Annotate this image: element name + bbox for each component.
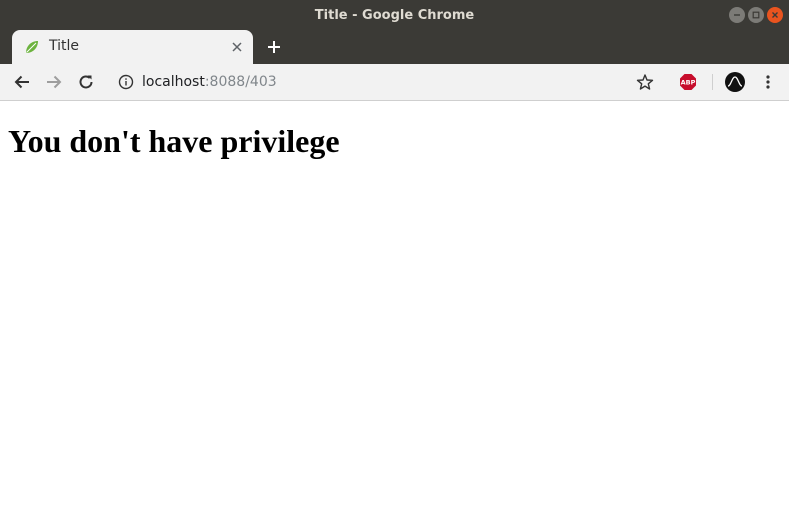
back-button[interactable] [12,72,32,92]
tab-strip: Title [0,30,789,64]
reload-button[interactable] [76,72,96,92]
plus-icon [268,41,280,53]
info-icon[interactable] [118,74,134,90]
minimize-icon [734,14,740,16]
forward-button[interactable] [44,72,64,92]
address-bar[interactable]: localhost:8088/403 [108,68,664,97]
browser-toolbar: localhost:8088/403 [0,64,789,101]
spring-leaf-icon [26,41,38,53]
reload-icon [79,75,93,89]
url-path: :8088/403 [204,74,277,90]
window-titlebar[interactable]: Title - Google Chrome [0,0,789,30]
close-window-button[interactable] [767,7,783,23]
window-controls [729,7,783,23]
kebab-menu-icon[interactable] [761,74,775,90]
close-tab-icon [232,42,242,52]
page-heading: You don't have privilege [8,123,340,159]
abp-label: ABP [681,79,696,87]
bookmark-star-icon[interactable] [636,73,654,91]
tab-close-button[interactable] [229,39,245,55]
url-text[interactable]: localhost:8088/403 [142,74,277,90]
maximize-button[interactable] [748,7,764,23]
tab-title[interactable]: Title [12,30,253,64]
adblock-plus-icon[interactable]: ABP [679,73,697,91]
new-tab-button[interactable] [265,38,283,56]
extension-wave-icon[interactable] [725,72,745,92]
back-arrow-icon [14,75,29,89]
url-host: localhost [142,74,205,90]
tab-label: Title [49,38,80,54]
toolbar-divider [712,74,713,90]
page-content: You don't have privilege [0,102,789,512]
maximize-icon [752,11,760,19]
close-icon [772,12,778,18]
minimize-button[interactable] [729,7,745,23]
window-title: Title - Google Chrome [314,7,475,23]
forward-arrow-icon [47,75,62,89]
